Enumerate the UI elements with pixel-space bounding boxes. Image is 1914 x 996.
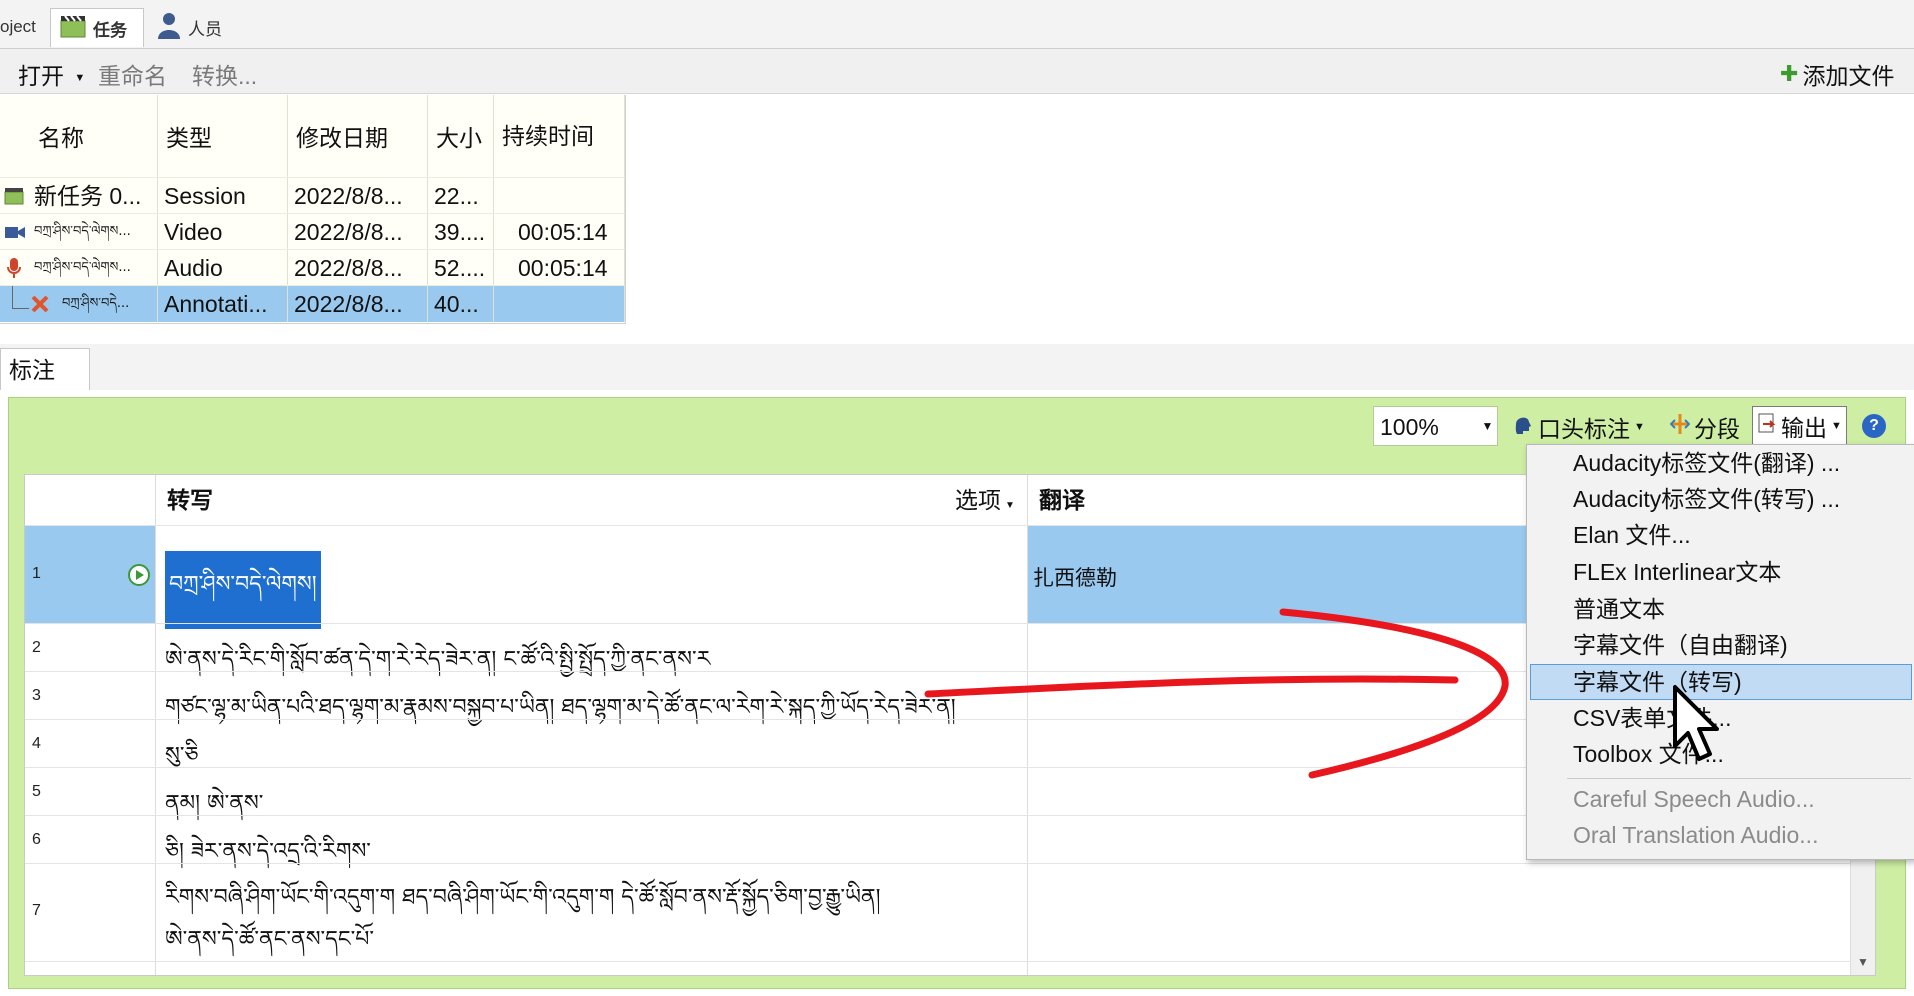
menu-item-plain-text[interactable]: 普通文本 xyxy=(1573,591,1665,627)
menu-item-elan[interactable]: Elan 文件... xyxy=(1573,517,1691,553)
menu-item-audacity-transcription[interactable]: Audacity标签文件(转写) ... xyxy=(1573,481,1840,517)
menu-separator xyxy=(1567,778,1911,779)
menu-item-audacity-translation[interactable]: Audacity标签文件(翻译) ... xyxy=(1573,445,1840,481)
menu-item-subtitle-free-translation[interactable]: 字幕文件（自由翻译) xyxy=(1573,627,1788,663)
mouse-cursor-icon xyxy=(1673,685,1719,761)
menu-item-careful-speech[interactable]: Careful Speech Audio... xyxy=(1573,781,1815,817)
menu-item-oral-translation[interactable]: Oral Translation Audio... xyxy=(1573,817,1818,853)
menu-item-flex-interlinear[interactable]: FLEx Interlinear文本 xyxy=(1573,554,1781,590)
export-menu: Audacity标签文件(翻译) ... Audacity标签文件(转写) ..… xyxy=(1526,444,1914,860)
